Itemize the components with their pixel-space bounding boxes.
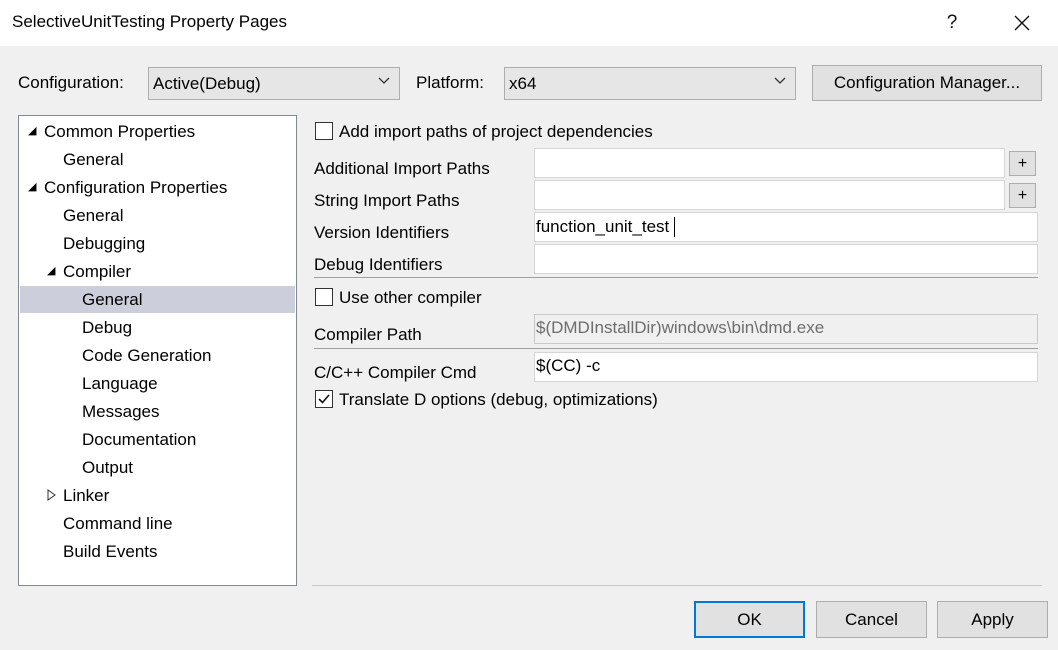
use-other-compiler-checkbox[interactable] [315,288,333,306]
tree-item-linker[interactable]: Linker [19,482,296,509]
configuration-label: Configuration: [18,73,124,92]
chevron-down-icon [378,77,390,84]
cc-compiler-cmd-label: C/C++ Compiler Cmd [314,363,477,382]
apply-button[interactable]: Apply [937,601,1048,638]
string-import-paths-field[interactable] [534,180,1005,210]
version-identifiers-label: Version Identifiers [314,223,450,242]
string-import-paths-add-button[interactable]: + [1009,183,1036,208]
tree-item-messages[interactable]: Messages [19,398,296,425]
tree-item-code-generation[interactable]: Code Generation [19,342,296,369]
compiler-path-label: Compiler Path [314,325,422,344]
footer-divider [312,585,1042,586]
compiler-path-field[interactable]: $(DMDInstallDir)windows\bin\dmd.exe [534,314,1038,344]
platform-label: Platform: [416,73,485,92]
translate-d-options-label: Translate D options (debug, optimization… [339,390,658,409]
string-import-paths-label: String Import Paths [314,191,460,210]
ok-button[interactable]: OK [694,601,805,638]
platform-select[interactable]: x64 [504,67,796,100]
cc-compiler-cmd-field[interactable]: $(CC) -c [534,352,1038,382]
use-other-compiler-label: Use other compiler [339,288,482,307]
cancel-button[interactable]: Cancel [816,601,927,638]
window-title: SelectiveUnitTesting Property Pages [12,12,287,31]
cc-compiler-cmd-value: $(CC) -c [536,356,601,375]
translate-d-options-checkbox[interactable] [315,390,333,408]
tree-item-debug[interactable]: Debug [19,314,296,341]
tree-item-common-properties[interactable]: ◢ Common Properties [19,118,296,145]
help-button[interactable]: ? [922,0,982,46]
tree-item-compiler-general[interactable]: General [20,286,295,313]
tree-item-debugging[interactable]: Debugging [19,230,296,257]
tree-item-compiler[interactable]: ◢ Compiler [19,258,296,285]
platform-value: x64 [509,74,537,93]
tree-item-language[interactable]: Language [19,370,296,397]
close-icon [1014,15,1030,31]
tree-item-documentation[interactable]: Documentation [19,426,296,453]
collapsed-arrow-icon[interactable] [47,482,56,509]
add-import-paths-label: Add import paths of project dependencies [339,122,653,141]
close-button[interactable] [992,0,1052,46]
debug-identifiers-label: Debug Identifiers [314,255,443,274]
tree-item-general[interactable]: General [19,202,296,229]
tree-item-output[interactable]: Output [19,454,296,481]
expanded-arrow-icon[interactable]: ◢ [28,118,36,145]
checkmark-icon [318,394,330,404]
expanded-arrow-icon[interactable]: ◢ [47,258,55,285]
configuration-manager-button[interactable]: Configuration Manager... [812,65,1042,101]
configuration-value: Active(Debug) [153,74,261,93]
tree-item-build-events[interactable]: Build Events [19,538,296,565]
additional-import-paths-add-button[interactable]: + [1009,151,1036,176]
tree-item-configuration-properties[interactable]: ◢ Configuration Properties [19,174,296,201]
add-import-paths-checkbox[interactable] [315,122,333,140]
configuration-select[interactable]: Active(Debug) [148,67,400,100]
expanded-arrow-icon[interactable]: ◢ [28,174,36,201]
section-divider [314,277,1038,278]
debug-identifiers-field[interactable] [534,244,1038,274]
chevron-down-icon [774,77,786,84]
version-identifiers-value: function_unit_test [536,217,670,236]
section-divider [314,348,1038,349]
compiler-path-value: $(DMDInstallDir)windows\bin\dmd.exe [536,318,825,337]
additional-import-paths-field[interactable] [534,148,1005,178]
tree-item-general[interactable]: General [19,146,296,173]
additional-import-paths-label: Additional Import Paths [314,159,490,178]
property-tree: ◢ Common Properties General ◢ Configurat… [18,115,297,586]
version-identifiers-field[interactable]: function_unit_test [534,212,1038,242]
text-caret [674,217,675,237]
tree-item-command-line[interactable]: Command line [19,510,296,537]
